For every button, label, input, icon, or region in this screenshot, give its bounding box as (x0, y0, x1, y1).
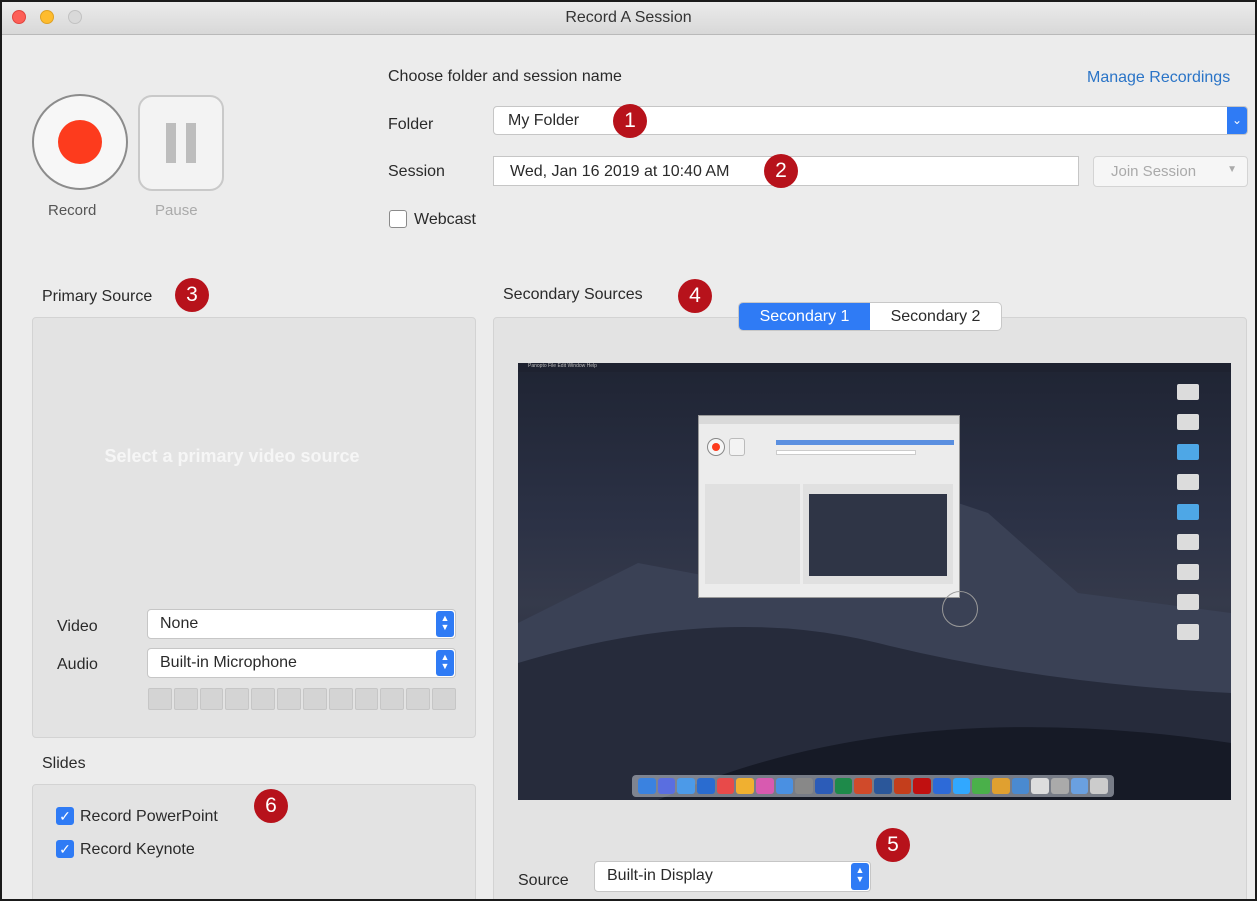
callout-badge-2: 2 (764, 154, 798, 188)
callout-badge-1: 1 (613, 104, 647, 138)
preview-app-window-thumbnail (698, 415, 960, 598)
primary-source-heading: Primary Source (42, 288, 153, 305)
session-value: Wed, Jan 16 2019 at 10:40 AM (510, 163, 730, 180)
record-button[interactable] (32, 94, 128, 190)
folder-label: Folder (388, 116, 434, 133)
secondary-tabs: Secondary 1 Secondary 2 (738, 302, 1002, 331)
session-label: Session (388, 163, 445, 180)
callout-badge-4: 4 (678, 279, 712, 313)
desktop-icons (1159, 377, 1219, 654)
source-label: Source (518, 872, 569, 889)
record-powerpoint-checkbox[interactable]: ✓ (56, 807, 74, 825)
preview-menu-bar: Panopto File Edit Window Help (518, 363, 1231, 372)
record-powerpoint-label: Record PowerPoint (80, 808, 218, 825)
tab-secondary-2[interactable]: Secondary 2 (870, 303, 1001, 330)
primary-video-placeholder: Select a primary video source (104, 446, 360, 466)
slides-heading: Slides (42, 755, 86, 772)
record-session-window: Record A Session Record Pause Choose fol… (0, 0, 1257, 901)
record-keynote-label: Record Keynote (80, 841, 195, 858)
video-select[interactable]: None ▲ ▼ (147, 609, 456, 639)
cursor-highlight-icon (942, 591, 978, 627)
video-label: Video (57, 618, 98, 635)
record-keynote-checkbox[interactable]: ✓ (56, 840, 74, 858)
chevron-down-icon: ▼ (1227, 164, 1237, 175)
record-label: Record (48, 202, 97, 219)
secondary-preview-image: Panopto File Edit Window Help (518, 363, 1231, 800)
webcast-label: Webcast (414, 211, 476, 228)
stepper-arrows-icon: ▲ ▼ (851, 863, 869, 890)
preview-menu-text: Panopto File Edit Window Help (528, 363, 597, 369)
pause-button[interactable] (138, 95, 224, 191)
stepper-arrows-icon: ▲ ▼ (436, 611, 454, 637)
preview-dock (632, 775, 1114, 797)
chevron-down-icon: ⌄ (1227, 107, 1247, 134)
webcast-checkbox[interactable] (389, 210, 407, 228)
callout-badge-6: 6 (254, 789, 288, 823)
video-value: None (160, 615, 199, 632)
pause-label: Pause (155, 202, 198, 219)
audio-value: Built-in Microphone (160, 654, 297, 671)
folder-value: My Folder (508, 112, 580, 129)
callout-badge-5: 5 (876, 828, 910, 862)
title-bar: Record A Session (2, 2, 1255, 35)
audio-level-meter (148, 688, 456, 710)
record-icon (58, 120, 102, 164)
join-session-label: Join Session (1111, 163, 1197, 180)
window-title: Record A Session (565, 9, 692, 26)
audio-label: Audio (57, 656, 98, 673)
source-value: Built-in Display (607, 867, 713, 884)
session-settings-heading: Choose folder and session name (388, 68, 622, 85)
join-session-button[interactable]: Join Session ▼ (1093, 156, 1248, 187)
audio-select[interactable]: Built-in Microphone ▲ ▼ (147, 648, 456, 678)
secondary-sources-heading: Secondary Sources (503, 286, 643, 303)
tab-secondary-1[interactable]: Secondary 1 (739, 303, 870, 330)
stepper-arrows-icon: ▲ ▼ (436, 650, 454, 676)
callout-badge-3: 3 (175, 278, 209, 312)
folder-select[interactable]: My Folder ⌄ (493, 106, 1248, 135)
manage-recordings-link[interactable]: Manage Recordings (1087, 69, 1230, 87)
source-select[interactable]: Built-in Display ▲ ▼ (594, 861, 871, 892)
